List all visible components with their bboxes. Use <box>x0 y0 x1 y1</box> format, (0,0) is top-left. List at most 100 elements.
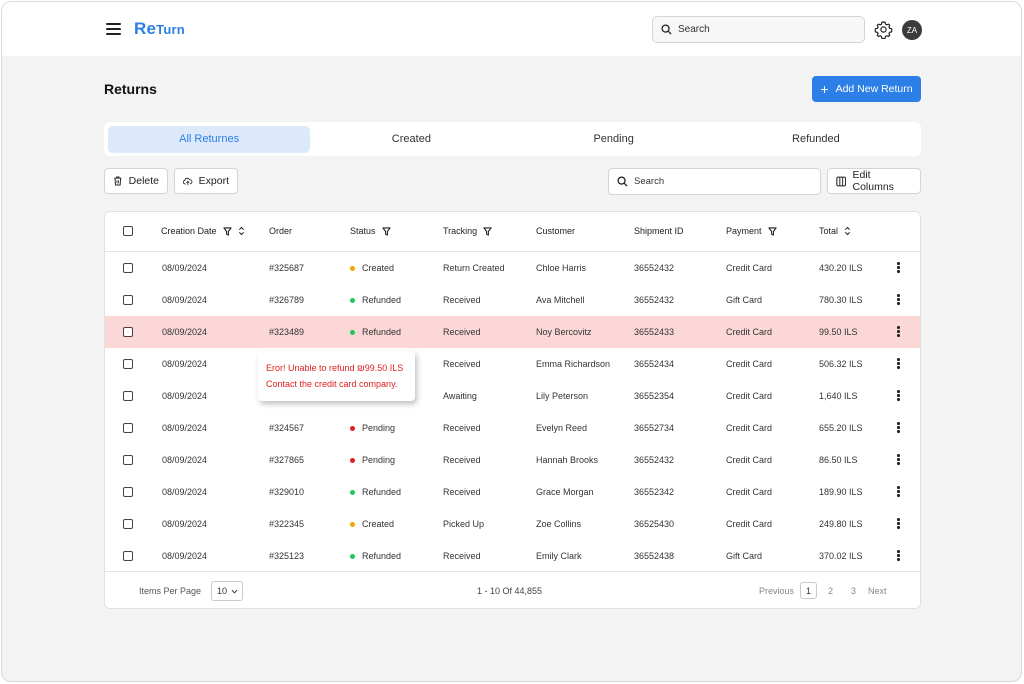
more-actions-icon[interactable] <box>897 550 900 562</box>
edit-columns-button[interactable]: Edit Columns <box>827 168 921 194</box>
error-message-line-1: Eror! Unable to refund ₪99.50 ILS <box>266 363 404 373</box>
page-1-button[interactable]: 1 <box>800 582 817 599</box>
row-select-cell <box>123 551 133 561</box>
filter-icon[interactable] <box>222 226 232 236</box>
status-cell: Refunded <box>350 295 401 305</box>
creation-date-cell: 08/09/2024 <box>162 455 208 465</box>
row-checkbox[interactable] <box>123 295 133 305</box>
status-cell: Refunded <box>350 487 401 497</box>
tracking-cell: Received <box>443 359 481 369</box>
row-checkbox[interactable] <box>123 551 133 561</box>
gear-icon[interactable] <box>874 20 893 39</box>
more-actions-icon[interactable] <box>897 518 900 530</box>
logo: ReTurn <box>134 19 185 38</box>
table-row[interactable]: 08/09/2024 Received Emma Richardson 3655243… <box>105 348 920 380</box>
page-3-button[interactable]: 3 <box>851 586 856 596</box>
tab-refunded[interactable]: Refunded <box>715 126 917 153</box>
payment-cell: Credit Card <box>726 263 773 273</box>
export-button[interactable]: Export <box>174 168 238 194</box>
filter-icon[interactable] <box>381 226 391 236</box>
header-customer: Customer <box>536 226 576 236</box>
row-checkbox[interactable] <box>123 391 133 401</box>
status-dot-icon <box>350 457 355 463</box>
more-actions-icon[interactable] <box>897 454 900 466</box>
table-row[interactable]: 08/09/2024 #325123 Refunded Received Emily C… <box>105 540 920 572</box>
menu-icon[interactable] <box>106 23 121 35</box>
status-cell: Pending <box>350 455 395 465</box>
more-actions-icon[interactable] <box>897 358 900 370</box>
row-checkbox[interactable] <box>123 487 133 497</box>
customer-cell: Ava Mitchell <box>536 295 585 305</box>
payment-cell: Credit Card <box>726 327 773 337</box>
order-cell: #325123 <box>269 551 305 561</box>
payment-cell: Credit Card <box>726 423 773 433</box>
app-window: ReTurn Search ZA Returns + Add New Retur… <box>1 1 1022 682</box>
total-cell: 249.80 ILS <box>819 519 863 529</box>
pagination-range: 1 - 10 Of 44,855 <box>477 586 543 596</box>
header-payment[interactable]: Payment <box>726 226 777 236</box>
more-actions-icon[interactable] <box>897 294 900 306</box>
header-tracking[interactable]: Tracking <box>443 226 492 236</box>
plus-icon: + <box>820 81 829 97</box>
items-per-page-select[interactable]: 10 <box>211 581 243 601</box>
table-row[interactable]: 08/09/2024 #323489 Refunded Received Noy Ber… <box>105 316 920 348</box>
shipment-id-cell: 36552432 <box>634 295 675 305</box>
table-row[interactable]: 08/09/2024 #326789 Refunded Received Ava Mit… <box>105 284 920 316</box>
more-actions-icon[interactable] <box>897 326 900 338</box>
payment-cell: Credit Card <box>726 391 773 401</box>
previous-page-button[interactable]: Previous <box>759 586 794 596</box>
filter-icon[interactable] <box>767 226 777 236</box>
customer-cell: Hannah Brooks <box>536 455 599 465</box>
tab-pending[interactable]: Pending <box>513 126 715 153</box>
more-actions-icon[interactable] <box>897 486 900 498</box>
header-creation-date[interactable]: Creation Date <box>161 226 245 236</box>
row-checkbox[interactable] <box>123 263 133 273</box>
table-search-input[interactable]: Search <box>608 168 821 195</box>
creation-date-cell: 08/09/2024 <box>162 391 208 401</box>
total-cell: 370.02 ILS <box>819 551 863 561</box>
refund-error-tooltip: Eror! Unable to refund ₪99.50 ILS Contac… <box>258 351 415 401</box>
creation-date-cell: 08/09/2024 <box>162 423 208 433</box>
add-new-return-button[interactable]: + Add New Return <box>812 76 921 102</box>
payment-cell: Credit Card <box>726 519 773 529</box>
order-cell: #327865 <box>269 455 305 465</box>
tracking-cell: Received <box>443 423 481 433</box>
row-select-cell <box>123 455 133 465</box>
header-total[interactable]: Total <box>819 226 851 236</box>
row-checkbox[interactable] <box>123 327 133 337</box>
row-checkbox[interactable] <box>123 423 133 433</box>
table-row[interactable]: 08/09/2024 #324567 Pending Received Evelyn R… <box>105 412 920 444</box>
filter-icon[interactable] <box>483 226 492 236</box>
sort-icon[interactable] <box>844 226 851 236</box>
table-row[interactable]: 08/09/2024 Awaiting Lily Peterson 36552354 C… <box>105 380 920 412</box>
more-actions-icon[interactable] <box>897 390 900 402</box>
sort-icon[interactable] <box>238 226 245 236</box>
status-dot-icon <box>350 553 355 559</box>
next-page-button[interactable]: Next <box>868 586 887 596</box>
global-search-input[interactable]: Search <box>652 16 865 43</box>
row-checkbox[interactable] <box>123 359 133 369</box>
delete-button[interactable]: Delete <box>104 168 168 194</box>
avatar[interactable]: ZA <box>902 20 922 40</box>
tab-all-returns[interactable]: All Returnes <box>108 125 311 153</box>
status-cell: Created <box>350 519 394 529</box>
tab-created[interactable]: Created <box>310 126 512 153</box>
table-row[interactable]: 08/09/2024 #325687 Created Return Created Ch… <box>105 252 920 284</box>
table-row[interactable]: 08/09/2024 #327865 Pending Received Hannah B… <box>105 444 920 476</box>
row-checkbox[interactable] <box>123 519 133 529</box>
search-icon <box>617 176 628 187</box>
shipment-id-cell: 36552432 <box>634 263 675 273</box>
more-actions-icon[interactable] <box>897 262 900 274</box>
row-checkbox[interactable] <box>123 455 133 465</box>
page-2-button[interactable]: 2 <box>828 586 833 596</box>
table-row[interactable]: 08/09/2024 #329010 Refunded Received Grace M… <box>105 476 920 508</box>
order-cell: #329010 <box>269 487 305 497</box>
more-actions-icon[interactable] <box>897 422 900 434</box>
customer-cell: Noy Bercovitz <box>536 327 592 337</box>
header-status[interactable]: Status <box>350 226 391 236</box>
shipment-id-cell: 36552433 <box>634 327 675 337</box>
table-row[interactable]: 08/09/2024 #322345 Created Picked Up Zoe Col… <box>105 508 920 540</box>
columns-icon <box>836 176 847 186</box>
select-all-checkbox[interactable] <box>123 226 133 236</box>
status-cell: Created <box>350 263 394 273</box>
